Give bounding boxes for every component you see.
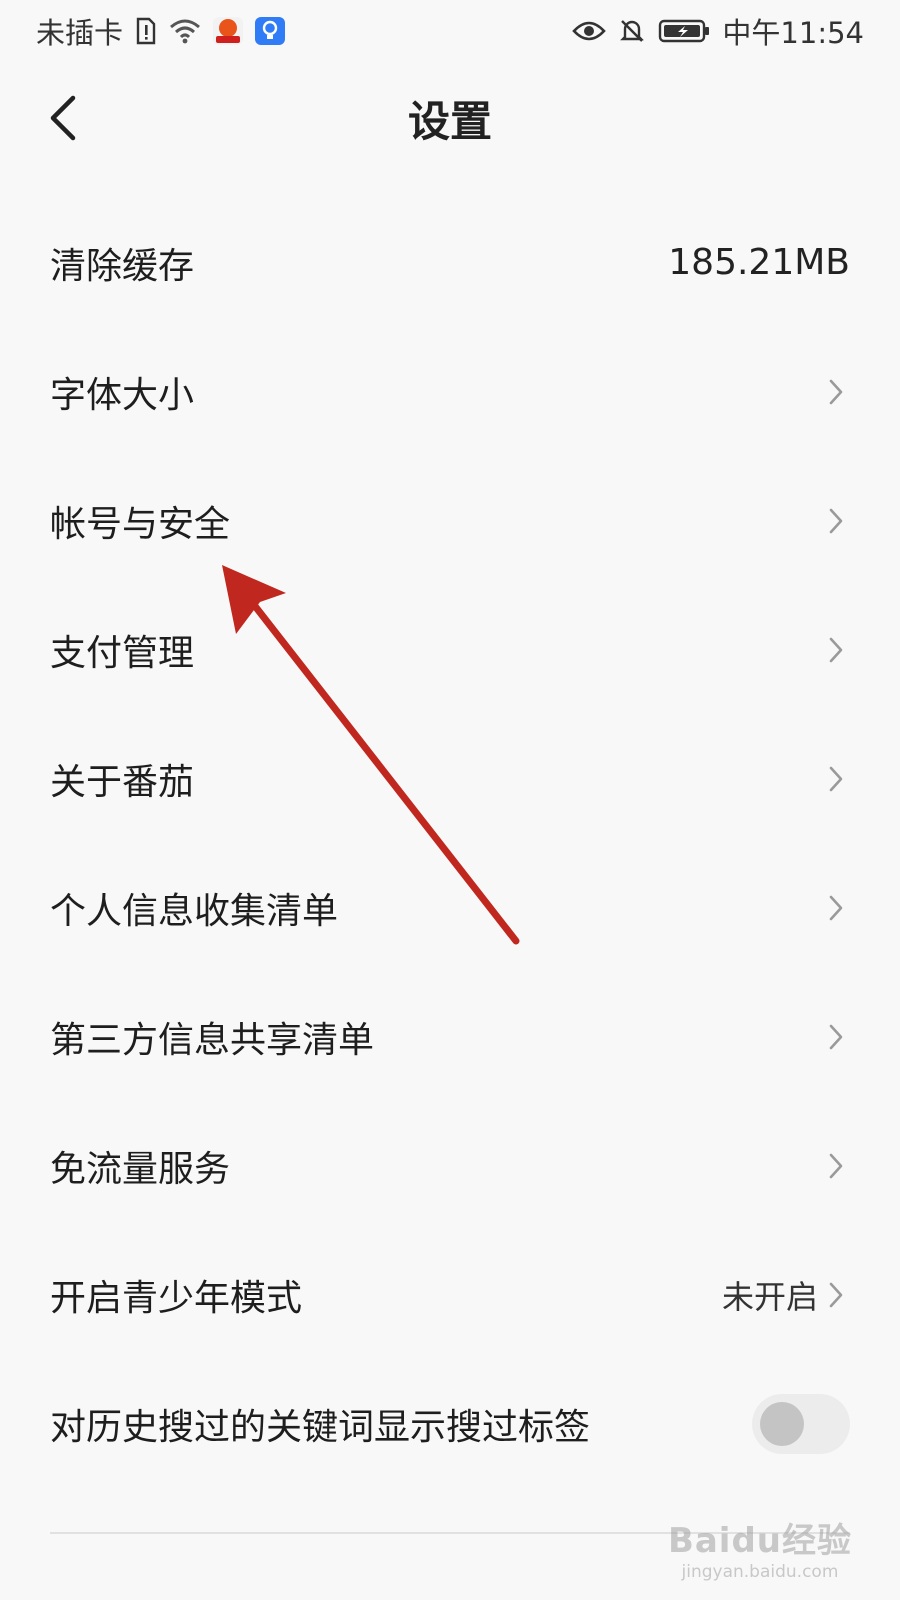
status-bar: 未插卡 中午11:54 bbox=[0, 0, 900, 62]
sim-alert-icon bbox=[135, 17, 157, 45]
settings-list: 清除缓存 185.21MB 字体大小 帐号与安全 支付管理 关于番茄 个人信息收… bbox=[0, 198, 900, 1488]
free-data-row[interactable]: 免流量服务 bbox=[0, 1101, 900, 1230]
about-row[interactable]: 关于番茄 bbox=[0, 714, 900, 843]
watermark-brand: Baidu经验 bbox=[667, 1521, 852, 1561]
eye-icon bbox=[572, 19, 607, 43]
teen-mode-status: 未开启 bbox=[721, 1277, 818, 1316]
search-tags-label: 对历史搜过的关键词显示搜过标签 bbox=[50, 1406, 591, 1448]
teen-mode-label: 开启青少年模式 bbox=[50, 1277, 303, 1319]
back-arrow-icon bbox=[50, 95, 76, 141]
watermark-url: jingyan.baidu.com bbox=[681, 1562, 839, 1582]
toggle-knob bbox=[760, 1401, 804, 1446]
third-party-list-row[interactable]: 第三方信息共享清单 bbox=[0, 972, 900, 1101]
personal-info-list-row[interactable]: 个人信息收集清单 bbox=[0, 843, 900, 972]
nav-bar: 设置 bbox=[0, 72, 900, 164]
status-right: 中午11:54 bbox=[572, 10, 864, 52]
chevron-right-icon bbox=[822, 890, 850, 926]
account-security-row[interactable]: 帐号与安全 bbox=[0, 456, 900, 585]
payment-row[interactable]: 支付管理 bbox=[0, 585, 900, 714]
status-left: 未插卡 bbox=[36, 10, 286, 52]
search-tags-toggle[interactable] bbox=[752, 1393, 850, 1454]
chevron-right-icon bbox=[822, 632, 850, 668]
teen-mode-right: 未开启 bbox=[722, 1272, 850, 1318]
app-notification-icon bbox=[213, 17, 244, 45]
page-title: 设置 bbox=[407, 96, 492, 146]
wifi-icon bbox=[169, 18, 201, 44]
chevron-right-icon bbox=[822, 761, 850, 797]
clock-text: 中午11:54 bbox=[722, 16, 864, 50]
search-tags-row: 对历史搜过的关键词显示搜过标签 bbox=[0, 1359, 900, 1488]
chevron-right-icon bbox=[822, 1148, 850, 1184]
third-party-list-label: 第三方信息共享清单 bbox=[50, 1019, 375, 1061]
chevron-right-icon bbox=[822, 503, 850, 539]
chevron-right-icon bbox=[822, 1019, 850, 1055]
chevron-right-icon bbox=[822, 1277, 850, 1313]
battery-icon bbox=[658, 18, 710, 44]
account-security-label: 帐号与安全 bbox=[50, 503, 231, 545]
personal-info-list-label: 个人信息收集清单 bbox=[50, 890, 339, 932]
payment-label: 支付管理 bbox=[50, 632, 195, 674]
mute-bell-icon bbox=[618, 17, 646, 45]
carrier-text: 未插卡 bbox=[36, 16, 124, 50]
chevron-right-icon bbox=[822, 374, 850, 410]
font-size-label: 字体大小 bbox=[50, 374, 195, 416]
font-size-row[interactable]: 字体大小 bbox=[0, 327, 900, 456]
cache-size-value: 185.21MB bbox=[668, 242, 850, 283]
baidu-watermark: Baidu经验 jingyan.baidu.com bbox=[668, 1513, 852, 1582]
bulb-app-icon bbox=[255, 17, 286, 45]
back-button[interactable] bbox=[30, 86, 94, 150]
clear-cache-row[interactable]: 清除缓存 185.21MB bbox=[0, 198, 900, 327]
teen-mode-row[interactable]: 开启青少年模式 未开启 bbox=[0, 1230, 900, 1359]
clear-cache-label: 清除缓存 bbox=[50, 245, 195, 287]
about-label: 关于番茄 bbox=[50, 761, 195, 803]
free-data-label: 免流量服务 bbox=[50, 1148, 231, 1190]
